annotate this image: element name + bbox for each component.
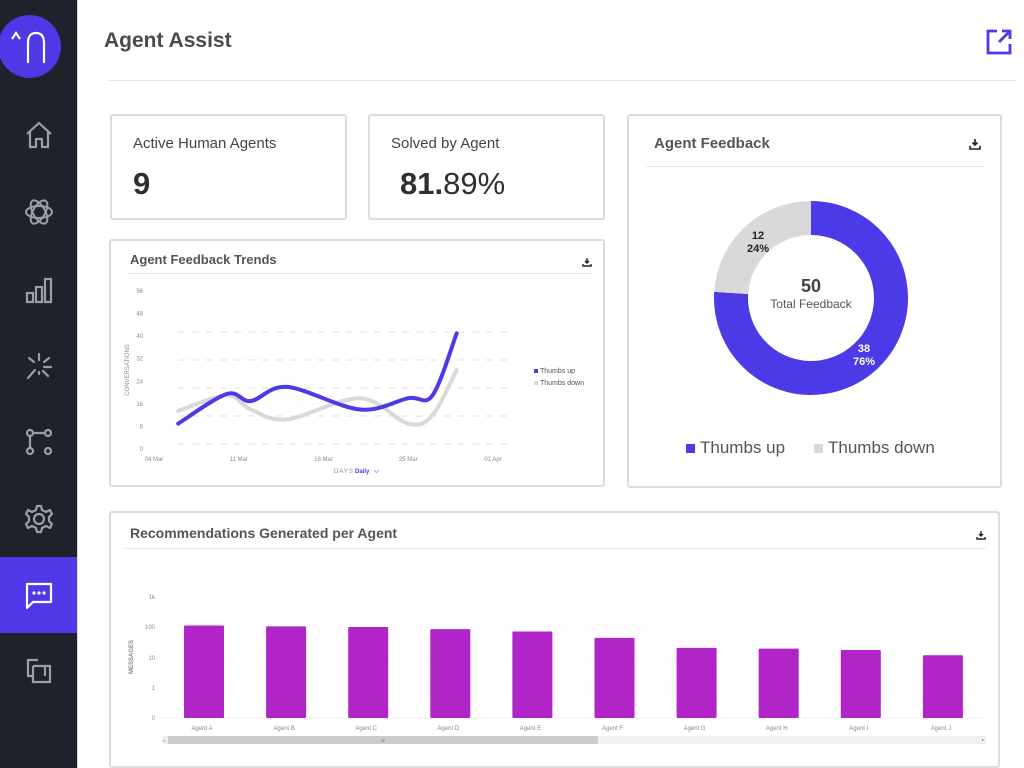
legend-swatch-down [814, 443, 823, 453]
sidebar-item-settings[interactable] [0, 481, 77, 557]
download-icon[interactable] [969, 137, 981, 150]
legend-swatch-up [686, 443, 695, 453]
kpi-solved-card: Solved by Agent 81.89% [368, 114, 605, 220]
download-icon[interactable] [976, 527, 988, 540]
download-icon[interactable] [582, 254, 594, 267]
kpi-active-agents-card: Active Human Agents 9 [110, 114, 347, 220]
card-title: Agent Feedback Trends [130, 252, 277, 267]
sparkle-icon [26, 352, 52, 380]
kpi-value: 9 [133, 166, 150, 202]
flow-icon [25, 428, 52, 456]
logo-icon [11, 31, 46, 63]
legend-label: Thumbs down [828, 438, 935, 457]
solved-value-dec: 89% [443, 166, 506, 201]
gear-icon [24, 504, 53, 534]
sidebar-item-insights[interactable] [0, 328, 77, 404]
logo[interactable] [0, 15, 61, 78]
sidebar-item-flows[interactable] [0, 404, 77, 480]
page-title: Agent Assist [104, 29, 232, 52]
copy-icon [26, 658, 51, 684]
kpi-value: 81.89% [400, 166, 505, 202]
active-agents-value: 9 [133, 166, 151, 201]
card-divider [124, 548, 986, 549]
kpi-label: Solved by Agent [391, 135, 500, 152]
solved-value-int: 81. [400, 166, 444, 201]
card-divider [646, 166, 984, 167]
sidebar [0, 0, 78, 768]
feedback-trends-card: Agent Feedback Trends [109, 239, 605, 487]
sidebar-item-analytics[interactable] [0, 252, 77, 328]
legend-label: Thumbs up [700, 438, 786, 457]
chat-icon [25, 582, 52, 610]
kpi-label: Active Human Agents [133, 135, 277, 152]
legend-thumbs-down[interactable]: Thumbs down [814, 438, 935, 458]
external-link-icon[interactable] [985, 28, 1013, 56]
card-divider [128, 273, 593, 274]
header-divider [108, 80, 1016, 81]
card-title: Recommendations Generated per Agent [130, 525, 398, 541]
home-icon [25, 121, 52, 149]
bar-chart-icon [25, 277, 52, 304]
recommendations-card: Recommendations Generated per Agent [109, 511, 1000, 768]
sidebar-item-agent-assist[interactable] [0, 557, 77, 633]
agent-feedback-card: Agent Feedback [627, 114, 1002, 488]
sidebar-item-integrations[interactable] [0, 633, 77, 709]
legend-thumbs-up[interactable]: Thumbs up [686, 438, 785, 458]
sidebar-item-ai[interactable] [0, 174, 77, 250]
card-title: Agent Feedback [654, 135, 770, 152]
atom-icon [24, 199, 53, 225]
sidebar-item-home[interactable] [0, 97, 77, 173]
